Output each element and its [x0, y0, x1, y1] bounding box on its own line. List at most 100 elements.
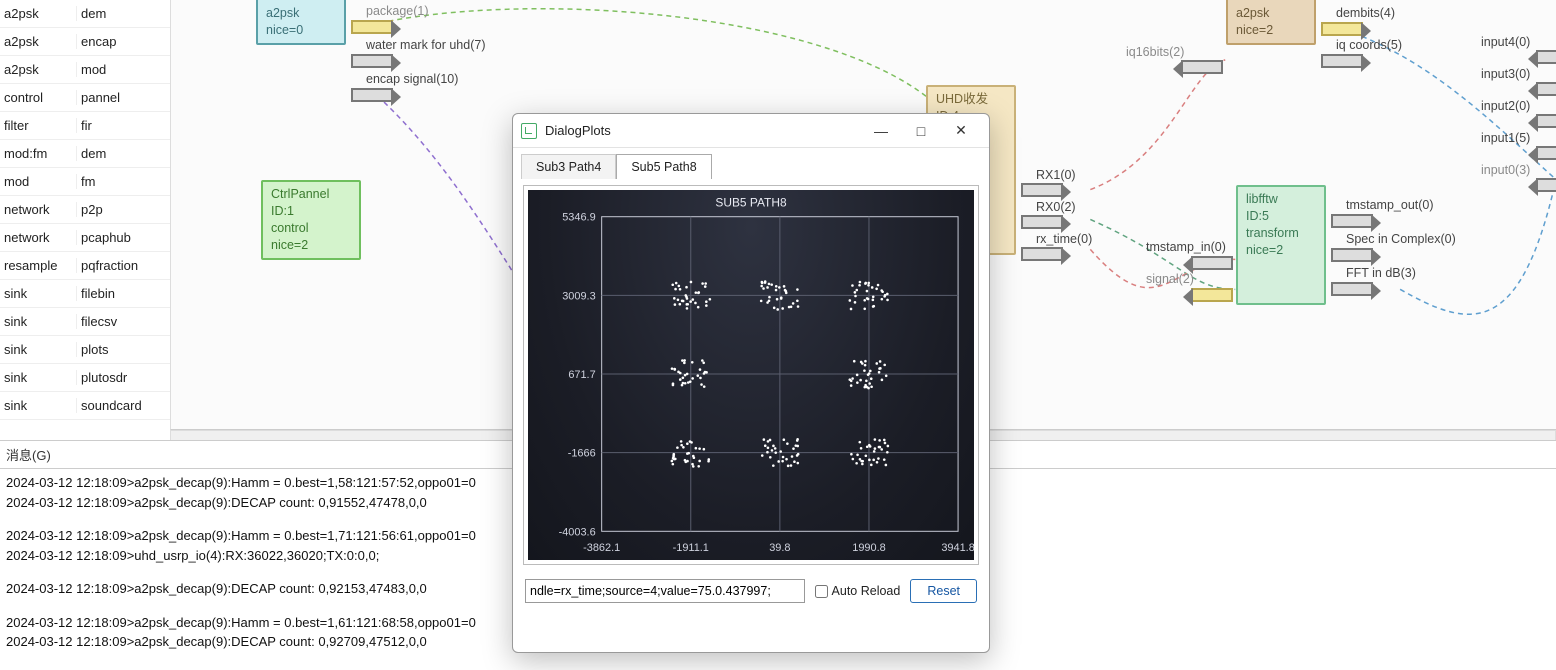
port-in[interactable] — [1536, 178, 1556, 192]
node-type: transform — [1246, 225, 1316, 242]
port-out[interactable] — [1331, 248, 1373, 262]
port-out[interactable] — [351, 20, 393, 34]
node-libfftw[interactable]: libfftw ID:5 transform nice=2 — [1236, 185, 1326, 305]
module-row[interactable]: modfm — [0, 168, 170, 196]
port-in[interactable] — [1181, 60, 1223, 74]
port-out[interactable] — [1321, 22, 1363, 36]
svg-text:-1911.1: -1911.1 — [673, 542, 709, 554]
module-row[interactable]: sinkfilecsv — [0, 308, 170, 336]
node-title: CtrlPannel — [271, 186, 351, 203]
auto-reload-checkbox[interactable]: Auto Reload — [815, 584, 901, 598]
module-row[interactable]: mod:fmdem — [0, 140, 170, 168]
module-cat: network — [0, 202, 77, 217]
module-name: plots — [77, 342, 170, 357]
module-cat: resample — [0, 258, 77, 273]
node-nice: nice=2 — [271, 237, 351, 254]
port-label: iq coords(5) — [1336, 38, 1402, 52]
port-label: signal(2) — [1146, 272, 1194, 286]
port-out[interactable] — [1331, 214, 1373, 228]
module-row[interactable]: a2pskdem — [0, 0, 170, 28]
module-cat: a2psk — [0, 34, 77, 49]
port-label: Spec in Complex(0) — [1346, 232, 1456, 246]
module-name: p2p — [77, 202, 170, 217]
port-label: input3(0) — [1481, 67, 1530, 81]
port-out[interactable] — [1021, 247, 1063, 261]
maximize-button[interactable]: □ — [901, 117, 941, 145]
port-out[interactable] — [1021, 215, 1063, 229]
module-row[interactable]: a2pskencap — [0, 28, 170, 56]
module-cat: filter — [0, 118, 77, 133]
module-list[interactable]: a2pskdema2pskencapa2pskmodcontrolpannelf… — [0, 0, 170, 420]
node-title: UHD收发 — [936, 91, 1006, 108]
port-in[interactable] — [1536, 114, 1556, 128]
port-out[interactable] — [1321, 54, 1363, 68]
module-row[interactable]: networkp2p — [0, 196, 170, 224]
auto-reload-check[interactable] — [815, 585, 828, 598]
module-row[interactable]: controlpannel — [0, 84, 170, 112]
reset-button[interactable]: Reset — [910, 579, 977, 603]
module-name: dem — [77, 146, 170, 161]
minimize-button[interactable]: — — [861, 117, 901, 145]
svg-text:-4003.6: -4003.6 — [559, 526, 596, 538]
tab-sub3-path4[interactable]: Sub3 Path4 — [521, 154, 616, 179]
port-label: tmstamp_in(0) — [1146, 240, 1226, 254]
module-name: mod — [77, 62, 170, 77]
module-row[interactable]: sinkfilebin — [0, 280, 170, 308]
module-name: plutosdr — [77, 370, 170, 385]
port-label: input1(5) — [1481, 131, 1530, 145]
port-out[interactable] — [1331, 282, 1373, 296]
svg-text:SUB5 PATH8: SUB5 PATH8 — [715, 196, 787, 210]
module-name: soundcard — [77, 398, 170, 413]
port-out[interactable] — [1021, 183, 1063, 197]
port-out[interactable] — [351, 88, 393, 102]
node-a2psk-mod[interactable]: ID:3 a2psk nice=0 — [256, 0, 346, 45]
module-row[interactable]: resamplepqfraction — [0, 252, 170, 280]
node-ctrl-pannel[interactable]: CtrlPannel ID:1 control nice=2 — [261, 180, 361, 260]
module-cat: sink — [0, 398, 77, 413]
dialog-plots-window[interactable]: DialogPlots — □ ✕ Sub3 Path4 Sub5 Path8 … — [512, 113, 990, 653]
module-cat: sink — [0, 370, 77, 385]
port-in[interactable] — [1191, 256, 1233, 270]
module-cat: mod — [0, 174, 77, 189]
module-row[interactable]: a2pskmod — [0, 56, 170, 84]
svg-text:-3862.1: -3862.1 — [583, 542, 620, 554]
port-in[interactable] — [1536, 146, 1556, 160]
port-in[interactable] — [1536, 50, 1556, 64]
module-cat: control — [0, 90, 77, 105]
module-name: dem — [77, 6, 170, 21]
status-input[interactable] — [525, 579, 805, 603]
port-label: RX0(2) — [1036, 200, 1076, 214]
module-row[interactable]: networkpcaphub — [0, 224, 170, 252]
module-row[interactable]: sinkplots — [0, 336, 170, 364]
node-nice: nice=2 — [1236, 22, 1306, 39]
auto-reload-label: Auto Reload — [832, 584, 901, 598]
port-in[interactable] — [1536, 82, 1556, 96]
port-label: input0(3) — [1481, 163, 1530, 177]
module-row[interactable]: sinkplutosdr — [0, 364, 170, 392]
dialog-titlebar[interactable]: DialogPlots — □ ✕ — [513, 114, 989, 148]
module-name: pannel — [77, 90, 170, 105]
node-a2psk-decap[interactable]: ID:8 a2psk nice=2 — [1226, 0, 1316, 45]
svg-text:3941.8: 3941.8 — [941, 542, 974, 554]
module-row[interactable]: sinksoundcard — [0, 392, 170, 420]
node-type: a2psk — [1236, 5, 1306, 22]
port-out[interactable] — [351, 54, 393, 68]
node-type: control — [271, 220, 351, 237]
scatter-plot[interactable]: SUB5 PATH8 -3862.1 -1911.1 39.8 1990.8 3941.8… — [528, 190, 974, 560]
module-cat: sink — [0, 342, 77, 357]
svg-text:5346.9: 5346.9 — [562, 212, 595, 224]
dialog-tabs: Sub3 Path4 Sub5 Path8 — [513, 148, 989, 179]
tab-sub5-path8[interactable]: Sub5 Path8 — [616, 154, 711, 179]
port-label: water mark for uhd(7) — [366, 38, 485, 52]
module-name: fm — [77, 174, 170, 189]
svg-text:39.8: 39.8 — [769, 542, 790, 554]
module-name: pcaphub — [77, 230, 170, 245]
port-in[interactable] — [1191, 288, 1233, 302]
port-label: tmstamp_out(0) — [1346, 198, 1434, 212]
close-button[interactable]: ✕ — [941, 117, 981, 145]
svg-text:671.7: 671.7 — [568, 369, 595, 381]
module-row[interactable]: filterfir — [0, 112, 170, 140]
svg-text:1990.8: 1990.8 — [852, 542, 885, 554]
port-label: input4(0) — [1481, 35, 1530, 49]
node-type: a2psk — [266, 5, 336, 22]
